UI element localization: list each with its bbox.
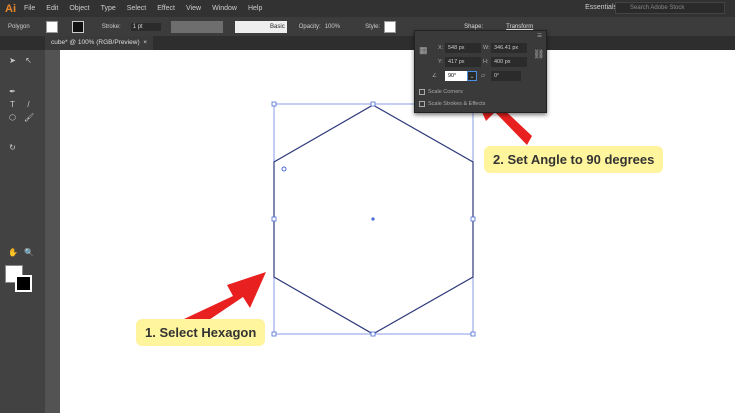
center-point xyxy=(371,217,375,221)
x-label: X: xyxy=(438,45,444,51)
scale-corners-label: Scale Corners xyxy=(428,89,463,95)
shear-input[interactable]: 0° xyxy=(491,71,521,81)
angle-input[interactable]: 90° xyxy=(445,71,467,81)
transform-panel: ☰ ▦ X: 548 px W: 346.41 px ⛓ Y: 417 px H… xyxy=(414,30,547,113)
angle-icon: ∠ xyxy=(432,73,437,79)
shear-icon: ▱ xyxy=(481,73,486,79)
live-corner-widget xyxy=(281,166,287,172)
h-label: H: xyxy=(483,59,489,65)
scale-strokes-label: Scale Strokes & Effects xyxy=(428,101,486,107)
angle-dropdown[interactable]: ⌄ xyxy=(467,71,477,81)
panel-menu-icon[interactable]: ☰ xyxy=(537,33,542,39)
width-input[interactable]: 346.41 px xyxy=(491,43,527,53)
constrain-proportions-icon[interactable]: ⛓ xyxy=(533,49,544,60)
y-input[interactable]: 417 px xyxy=(445,57,481,67)
scale-corners-checkbox[interactable] xyxy=(419,89,425,95)
reference-point-icon[interactable]: ▦ xyxy=(419,45,428,56)
callout-step-2: 2. Set Angle to 90 degrees xyxy=(486,148,662,171)
artboard-canvas[interactable] xyxy=(0,0,735,413)
w-label: W: xyxy=(483,45,490,51)
height-input[interactable]: 400 px xyxy=(491,57,527,67)
callout-step-1: 1. Select Hexagon xyxy=(138,321,264,344)
y-label: Y: xyxy=(438,59,443,65)
x-input[interactable]: 548 px xyxy=(445,43,481,53)
scale-strokes-checkbox[interactable] xyxy=(419,101,425,107)
